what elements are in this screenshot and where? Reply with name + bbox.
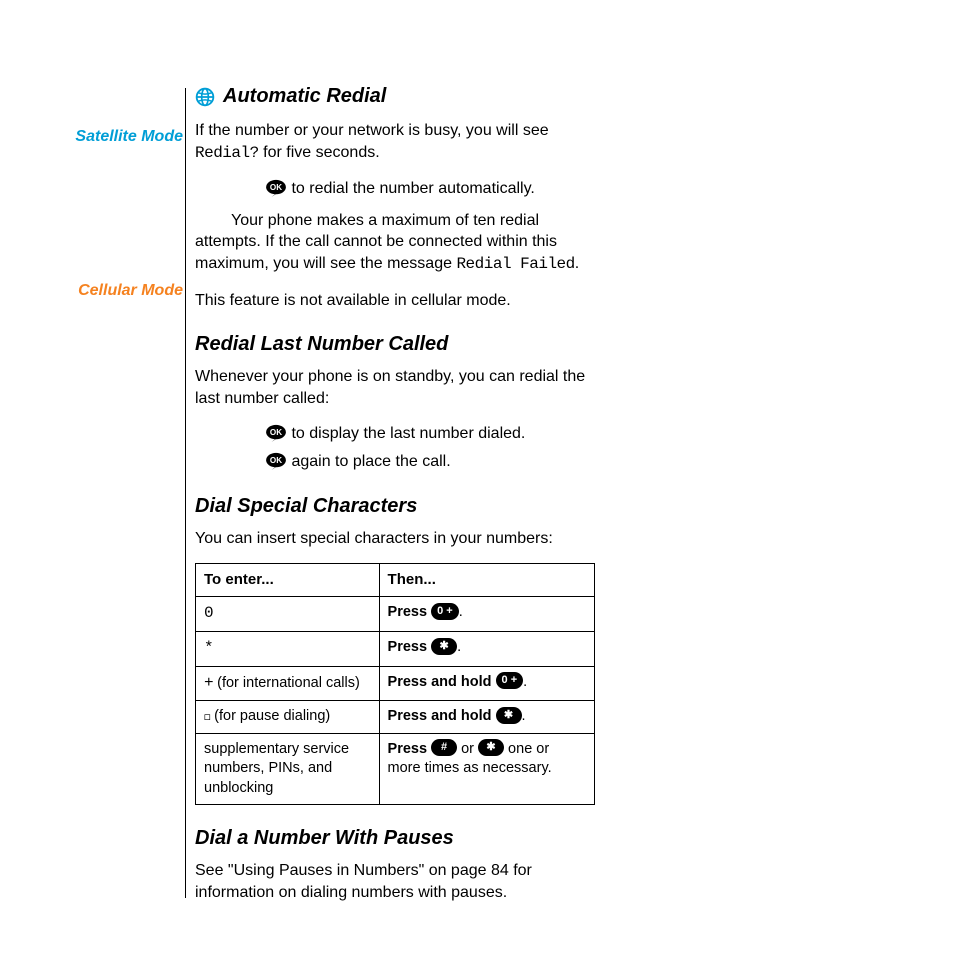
cell-action: Press ✱. xyxy=(379,631,594,666)
ok-instruction-2: OK to display the last number dialed. OK… xyxy=(265,423,595,472)
para-cellular-note: This feature is not available in cellula… xyxy=(195,290,595,312)
globe-icon xyxy=(195,87,215,107)
svg-text:OK: OK xyxy=(270,183,282,192)
key-star-icon: ✱ xyxy=(431,638,457,655)
text: If the number or your network is busy, y… xyxy=(195,122,549,139)
bold: Press and hold xyxy=(388,674,492,690)
table-row: * Press ✱. xyxy=(196,631,595,666)
table-row: supplementary service numbers, PINs, and… xyxy=(196,733,595,805)
heading-text: Automatic Redial xyxy=(223,85,386,108)
para-redial-last-1: Whenever your phone is on standby, you c… xyxy=(195,366,595,409)
mono-redial: Redial? xyxy=(195,144,259,162)
cell-char: supplementary service numbers, PINs, and… xyxy=(196,733,380,805)
svg-text:OK: OK xyxy=(270,428,282,437)
cell-action: Press # or ✱ one or more times as necess… xyxy=(379,733,594,805)
key-star-icon: ✱ xyxy=(478,739,504,756)
svg-text:OK: OK xyxy=(270,456,282,465)
special-chars-table: To enter... Then... 0 Press 0 +. * Press… xyxy=(195,563,595,805)
sym: + xyxy=(204,674,213,692)
heading-automatic-redial: Automatic Redial xyxy=(195,85,595,108)
ok-icon: OK xyxy=(265,452,287,470)
para-dial-special-1: You can insert special characters in you… xyxy=(195,528,595,550)
manual-page: Satellite Mode Cellular Mode Automatic R… xyxy=(0,0,954,954)
text: again to place the call. xyxy=(287,453,451,470)
para-pauses-1: See "Using Pauses in Numbers" on page 84… xyxy=(195,860,595,903)
text: for five seconds. xyxy=(259,144,380,161)
cell-char: ◻ (for pause dialing) xyxy=(196,701,380,734)
heading-dial-pauses: Dial a Number With Pauses xyxy=(195,827,595,850)
heading-redial-last: Redial Last Number Called xyxy=(195,333,595,356)
para-autoredial-1: If the number or your network is busy, y… xyxy=(195,120,595,164)
text: to display the last number dialed. xyxy=(287,425,525,442)
text: . xyxy=(457,639,461,655)
para-autoredial-2: Your phone makes a maximum of ten redial… xyxy=(195,210,595,276)
mono-redial-failed: Redial Failed xyxy=(456,255,574,273)
th-then: Then... xyxy=(379,564,594,597)
bold: Press xyxy=(388,741,428,757)
ok-icon: OK xyxy=(265,424,287,442)
cell-char: 0 xyxy=(204,604,213,622)
key-zero-plus-icon: 0 + xyxy=(496,672,524,689)
cell-char: * xyxy=(204,639,213,657)
heading-dial-special: Dial Special Characters xyxy=(195,495,595,518)
bold: Press xyxy=(388,604,428,620)
cell-action: Press 0 +. xyxy=(379,597,594,632)
bold: Press and hold xyxy=(388,708,492,724)
table-row: 0 Press 0 +. xyxy=(196,597,595,632)
th-to-enter: To enter... xyxy=(196,564,380,597)
sidebar-label-cellular: Cellular Mode xyxy=(40,281,183,300)
text: or xyxy=(457,741,478,757)
text: . xyxy=(523,674,527,690)
vertical-divider xyxy=(185,88,186,898)
text: (for pause dialing) xyxy=(210,708,330,724)
key-zero-plus-icon: 0 + xyxy=(431,603,459,620)
key-hash-icon: # xyxy=(431,739,457,756)
ok-instruction-1: OK to redial the number automatically. xyxy=(265,178,595,200)
text: to redial the number automatically. xyxy=(287,180,535,197)
cell-action: Press and hold 0 +. xyxy=(379,666,594,701)
cell-action: Press and hold ✱. xyxy=(379,701,594,734)
text: (for international calls) xyxy=(213,675,360,691)
key-star-icon: ✱ xyxy=(496,707,522,724)
main-content: Automatic Redial If the number or your n… xyxy=(195,85,595,918)
bold: Press xyxy=(388,639,428,655)
cell-char: + (for international calls) xyxy=(196,666,380,701)
table-row: ◻ (for pause dialing) Press and hold ✱. xyxy=(196,701,595,734)
text: . xyxy=(459,604,463,620)
text: . xyxy=(522,708,526,724)
sidebar-label-satellite: Satellite Mode xyxy=(40,127,183,146)
table-row: + (for international calls) Press and ho… xyxy=(196,666,595,701)
text: . xyxy=(575,255,579,272)
ok-icon: OK xyxy=(265,179,287,197)
